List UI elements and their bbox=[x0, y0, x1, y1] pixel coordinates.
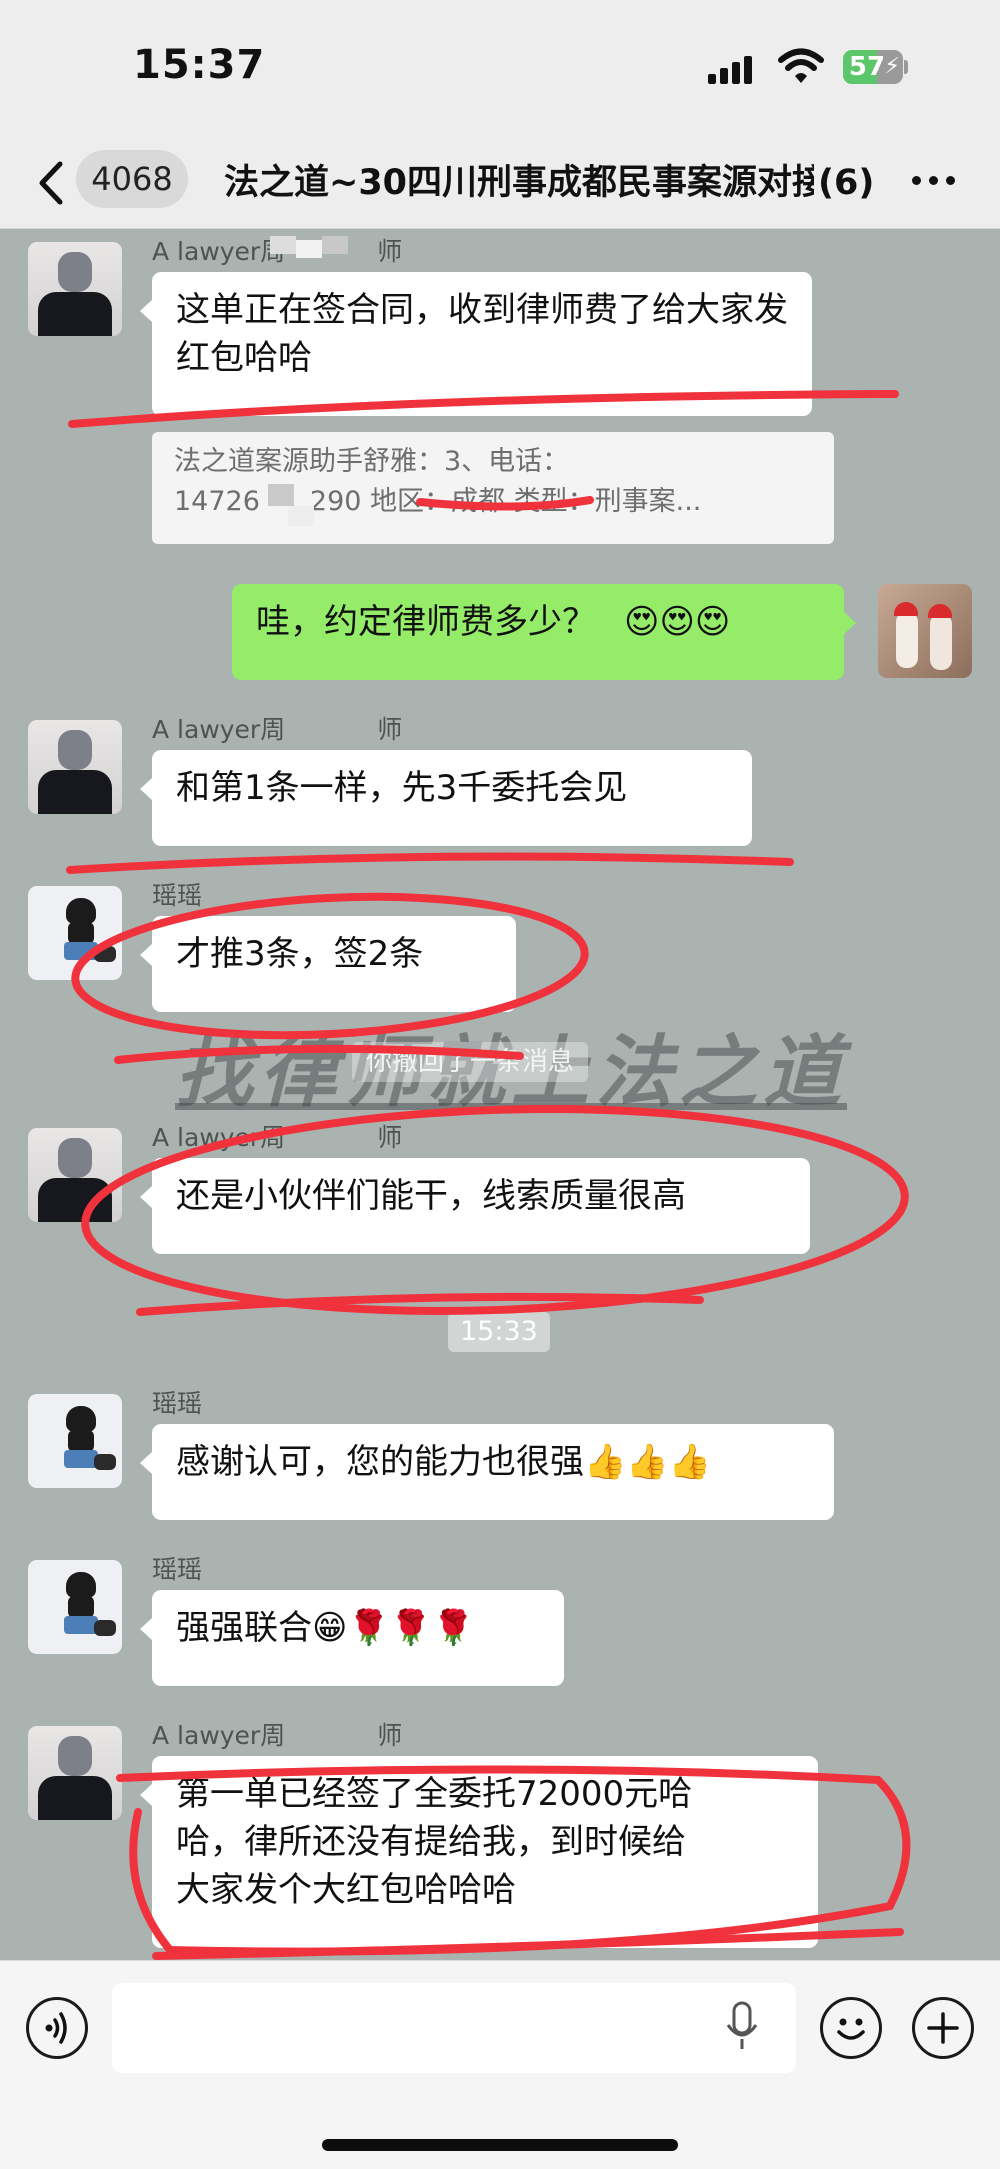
avatar-yaoyao[interactable] bbox=[28, 1560, 122, 1654]
cellular-signal-icon bbox=[708, 52, 760, 84]
voice-icon bbox=[45, 2012, 67, 2044]
underline-mark bbox=[136, 1292, 704, 1316]
unread-count-badge[interactable]: 4068 bbox=[76, 150, 188, 208]
plus-icon bbox=[927, 2012, 959, 2044]
wifi-icon bbox=[778, 48, 824, 83]
charging-bolt-icon: ⚡ bbox=[884, 54, 900, 79]
message-text: 大家发个大红包哈哈哈 bbox=[176, 1870, 516, 1910]
plus-button[interactable] bbox=[912, 1997, 974, 2059]
message-bubble[interactable]: 才推3条，签2条 bbox=[140, 916, 516, 1012]
avatar-yaoyao[interactable] bbox=[28, 1394, 122, 1488]
battery-icon: 57 ⚡ bbox=[843, 50, 903, 84]
message-bubble[interactable]: 第一单已经签了全委托72000元哈 哈，律所还没有提给我，到时候给 大家发个大红… bbox=[140, 1756, 818, 1948]
sender-name: 瑶瑶 bbox=[152, 1389, 203, 1418]
battery-tip bbox=[904, 60, 908, 74]
mic-icon[interactable] bbox=[724, 2001, 760, 2053]
avatar-self[interactable] bbox=[878, 584, 972, 678]
avatar-lawyer[interactable] bbox=[28, 1726, 122, 1820]
avatar-yaoyao[interactable] bbox=[28, 886, 122, 980]
message-bubble[interactable]: 还是小伙伴们能干，线索质量很高 bbox=[140, 1158, 810, 1254]
underline-mark bbox=[66, 852, 794, 874]
sender-name: A lawyer周师 bbox=[152, 1721, 403, 1750]
status-time: 15:37 bbox=[133, 42, 266, 88]
status-bar: 15:37 57 ⚡ bbox=[0, 0, 1000, 140]
message-text: 还是小伙伴们能干，线索质量很高 bbox=[176, 1176, 686, 1216]
home-indicator bbox=[322, 2139, 678, 2151]
emoji-button[interactable] bbox=[820, 1997, 882, 2059]
quoted-message[interactable]: 法之道案源助手舒雅：3、电话： 14726 290 地区：成都 类型：刑事案... bbox=[152, 432, 834, 544]
message-bubble[interactable]: 感谢认可，您的能力也很强👍👍👍 bbox=[140, 1424, 834, 1520]
sender-name: 瑶瑶 bbox=[152, 881, 203, 910]
input-bar bbox=[0, 1960, 1000, 2169]
emoji-icon bbox=[837, 2018, 865, 2040]
chat-title[interactable]: 法之道~30四川刑事成都民事案源对接 bbox=[224, 150, 862, 216]
message-bubble-self[interactable]: 哇，约定律师费多少？ 😍😍😍 bbox=[232, 584, 856, 680]
message-text: 和第1条一样，先3千委托会见 bbox=[176, 768, 628, 808]
quote-line: 法之道案源助手舒雅：3、电话： bbox=[174, 446, 570, 477]
avatar-lawyer[interactable] bbox=[28, 1128, 122, 1222]
sender-name: A lawyer周师 bbox=[152, 1123, 403, 1152]
avatar-lawyer[interactable] bbox=[28, 720, 122, 814]
message-text: 才推3条，签2条 bbox=[176, 934, 424, 974]
message-bubble[interactable]: 这单正在签合同，收到律师费了给大家发红包哈哈 bbox=[140, 272, 812, 416]
message-text: 强强联合 bbox=[176, 1608, 312, 1648]
timestamp: 15:33 bbox=[448, 1312, 550, 1352]
message-text: 哇，约定律师费多少？ bbox=[256, 602, 596, 642]
emoji: 👍👍👍 bbox=[584, 1442, 712, 1482]
avatar-lawyer[interactable] bbox=[28, 242, 122, 336]
back-icon[interactable] bbox=[32, 158, 72, 208]
message-text: 这单正在签合同，收到律师费了给大家发红包哈哈 bbox=[176, 290, 788, 378]
message-text: 第一单已经签了全委托72000元哈 bbox=[176, 1774, 693, 1814]
message-input[interactable] bbox=[112, 1983, 796, 2073]
sender-name: 瑶瑶 bbox=[152, 1555, 203, 1584]
chat-header: 4068 法之道~30四川刑事成都民事案源对接 (6) bbox=[0, 140, 1000, 229]
voice-button[interactable] bbox=[26, 1997, 88, 2059]
message-text: 感谢认可，您的能力也很强 bbox=[176, 1442, 584, 1482]
member-count: (6) bbox=[814, 150, 875, 216]
emoji: 😁🌹🌹🌹 bbox=[312, 1608, 475, 1648]
message-bubble[interactable]: 和第1条一样，先3千委托会见 bbox=[140, 750, 752, 846]
message-bubble[interactable]: 强强联合😁🌹🌹🌹 bbox=[140, 1590, 564, 1686]
more-icon[interactable] bbox=[912, 176, 956, 186]
message-text: 哈，律所还没有提给我，到时候给 bbox=[176, 1822, 686, 1862]
sender-name: A lawyer周师 bbox=[152, 715, 403, 744]
emoji: 😍😍😍 bbox=[624, 602, 731, 642]
recall-notice: 你撤回了一条消息 bbox=[352, 1042, 589, 1082]
